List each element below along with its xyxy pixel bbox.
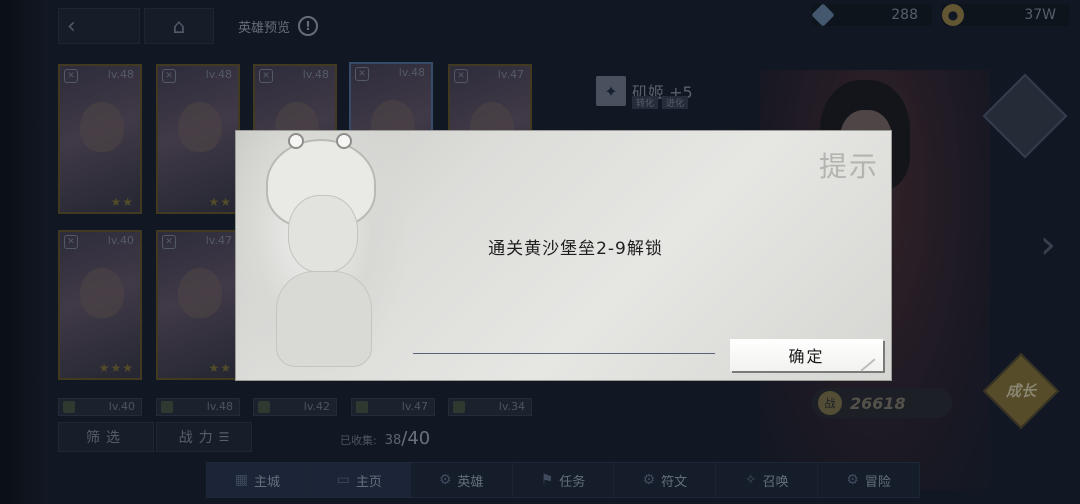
mascot-hood-eye [288, 133, 304, 149]
dialog-title: 提示 [818, 150, 879, 183]
mascot-hood-eye [336, 133, 352, 149]
dialog-divider [413, 353, 715, 354]
hint-dialog: 提示 通关黄沙堡垒2-9解锁 确定 [236, 131, 891, 380]
mascot-body [276, 271, 372, 367]
dialog-message: 通关黄沙堡垒2-9解锁 [488, 239, 663, 259]
confirm-button[interactable]: 确定 [730, 339, 883, 371]
